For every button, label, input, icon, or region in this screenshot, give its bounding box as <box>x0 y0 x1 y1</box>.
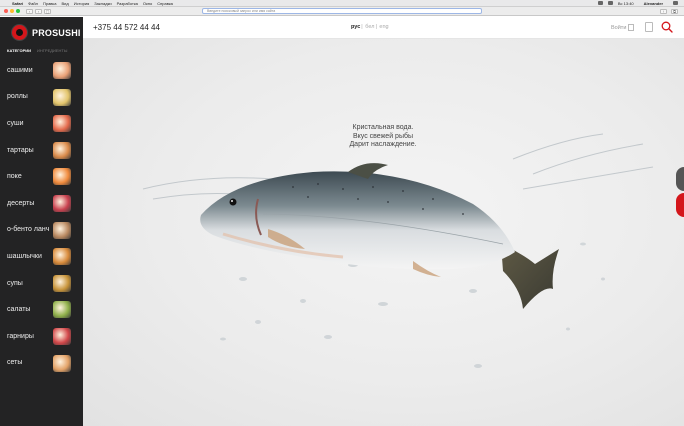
hero-banner: Кристальная вода. Вкус свежей рыбы Дарит… <box>83 39 684 426</box>
category-label: гарниры <box>7 332 34 340</box>
brand-name: PROSUSHI <box>32 27 81 38</box>
menu-develop[interactable]: Разработка <box>117 1 138 6</box>
category-list: сашими роллы суши тартары поке десерты о-бенто… <box>0 57 83 376</box>
lang-ru[interactable]: рус <box>351 24 360 30</box>
tagline-line-3: Дарит наслаждение. <box>349 141 417 148</box>
menu-history[interactable]: История <box>74 1 90 6</box>
menu-bookmarks[interactable]: Закладки <box>94 1 111 6</box>
category-label: салаты <box>7 306 31 314</box>
category-item[interactable]: поке <box>0 163 83 190</box>
menu-help[interactable]: Справка <box>157 1 173 6</box>
menu-window[interactable]: Окно <box>143 1 152 6</box>
category-food-icon <box>53 141 71 159</box>
os-menubar: Safari Файл Правка Вид История Закладки … <box>0 0 684 7</box>
share-button[interactable]: ↑ <box>660 8 667 14</box>
close-window-icon[interactable] <box>4 9 8 13</box>
fullscreen-window-icon[interactable] <box>16 9 20 13</box>
category-item[interactable]: шашлычки <box>0 243 83 270</box>
category-item[interactable]: тартары <box>0 137 83 164</box>
category-label: супы <box>7 279 23 287</box>
tabs-overview-button[interactable]: ⧉ <box>671 8 678 14</box>
category-food-icon <box>53 327 71 345</box>
sidebar-tabs: КАТЕГОРИИ ИНГРЕДИЕНТЫ <box>0 41 83 53</box>
back-button[interactable]: ‹ <box>26 8 33 14</box>
toolbar-right: ↑ ⧉ <box>660 8 680 14</box>
sidebar-toggle-button[interactable]: ▢ <box>44 8 51 14</box>
category-food-icon <box>53 301 71 319</box>
category-food-icon <box>53 248 71 266</box>
category-item[interactable]: сеты <box>0 350 83 377</box>
category-label: десерты <box>7 199 35 207</box>
menu-file[interactable]: Файл <box>28 1 38 6</box>
battery-icon[interactable] <box>607 1 613 5</box>
tagline-line-2: Вкус свежей рыбы <box>352 132 414 140</box>
window-controls <box>4 9 20 13</box>
cart-icon[interactable] <box>645 22 653 32</box>
menu-edit[interactable]: Правка <box>43 1 57 6</box>
category-food-icon <box>53 194 71 212</box>
side-callback-tab[interactable] <box>676 193 684 217</box>
category-food-icon <box>53 221 71 239</box>
category-food-icon <box>53 115 71 133</box>
brand-logo[interactable]: PROSUSHI <box>0 17 83 41</box>
category-label: о-бенто ланч <box>7 226 50 234</box>
menu-view[interactable]: Вид <box>61 1 68 6</box>
category-food-icon <box>53 274 71 292</box>
side-widget-tab[interactable] <box>676 167 684 191</box>
minimize-window-icon[interactable] <box>10 9 14 13</box>
category-label: сеты <box>7 359 23 367</box>
wifi-icon[interactable] <box>597 1 603 5</box>
phone-number[interactable]: +375 44 572 44 44 <box>93 23 160 32</box>
tab-categories[interactable]: КАТЕГОРИИ <box>7 48 31 53</box>
lang-en[interactable]: eng <box>379 24 388 30</box>
category-label: поке <box>7 173 22 181</box>
category-label: роллы <box>7 93 28 101</box>
category-label: сашими <box>7 66 33 74</box>
category-label: шашлычки <box>7 252 42 260</box>
category-item[interactable]: суши <box>0 110 83 137</box>
category-item[interactable]: роллы <box>0 84 83 111</box>
tab-ingredients[interactable]: ИНГРЕДИЕНТЫ <box>37 48 67 53</box>
menubar-tray: Вс 13:40 Alexander <box>597 1 678 6</box>
category-item[interactable]: гарниры <box>0 323 83 350</box>
menubar-clock[interactable]: Вс 13:40 <box>618 1 634 6</box>
category-item[interactable]: сашими <box>0 57 83 84</box>
category-label: суши <box>7 119 24 127</box>
browser-toolbar: ‹ › ▢ Введите поисковый запрос или имя с… <box>0 7 684 16</box>
menubar-user[interactable]: Alexander <box>644 1 663 6</box>
hero-tagline: Кристальная вода. Вкус свежей рыбы Дарит… <box>313 124 453 150</box>
spotlight-icon[interactable] <box>673 1 678 5</box>
menu-safari[interactable]: Safari <box>12 1 23 6</box>
category-item[interactable]: о-бенто ланч <box>0 217 83 244</box>
category-label: тартары <box>7 146 34 154</box>
category-item[interactable]: супы <box>0 270 83 297</box>
category-item[interactable]: салаты <box>0 296 83 323</box>
site-header: +375 44 572 44 44 рус| бел| eng Войти <box>83 17 684 39</box>
address-bar[interactable]: Введите поисковый запрос или имя сайта <box>202 8 482 14</box>
tagline-line-1: Кристальная вода. <box>352 124 414 131</box>
category-food-icon <box>53 88 71 106</box>
category-food-icon <box>53 62 71 79</box>
category-item[interactable]: десерты <box>0 190 83 217</box>
search-icon[interactable] <box>661 21 673 33</box>
login-button[interactable]: Войти <box>611 24 635 31</box>
category-food-icon <box>53 354 71 372</box>
forward-button[interactable]: › <box>35 8 42 14</box>
language-switcher: рус| бел| eng <box>351 24 389 30</box>
login-icon <box>628 24 635 31</box>
brand-mark-icon <box>12 25 27 40</box>
login-label: Войти <box>611 24 627 31</box>
salmon-splash-image <box>142 133 654 368</box>
lang-be[interactable]: бел <box>365 24 374 30</box>
category-food-icon <box>53 168 71 186</box>
sidebar: PROSUSHI КАТЕГОРИИ ИНГРЕДИЕНТЫ сашими рол… <box>0 17 83 426</box>
